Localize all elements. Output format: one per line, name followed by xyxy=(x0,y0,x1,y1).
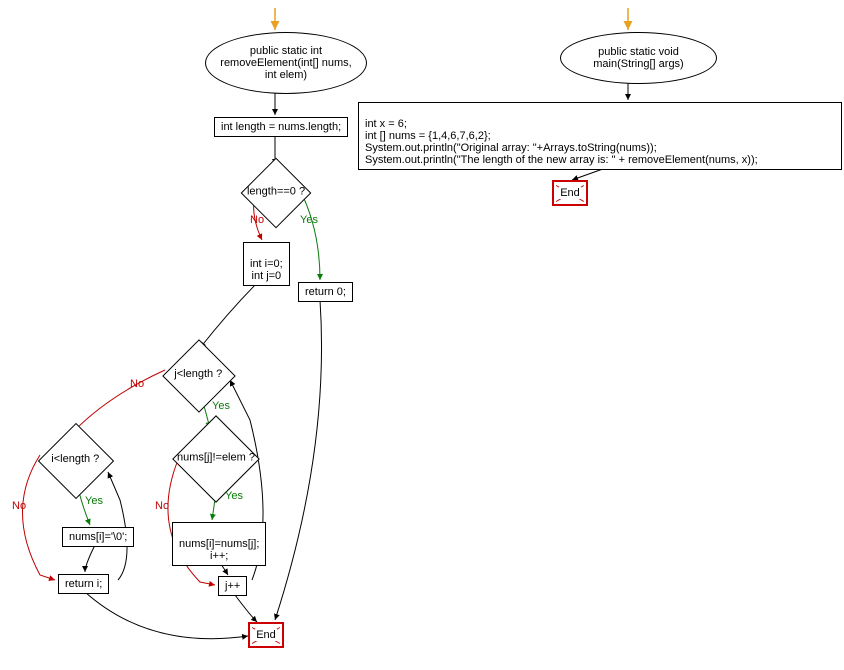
cond-jlt-text: j<length ? xyxy=(174,368,222,380)
stmt-init: int i=0; int j=0 xyxy=(243,242,290,286)
label-yes-3: Yes xyxy=(85,495,103,507)
stmt-numsi0-text: nums[i]='\0'; xyxy=(69,531,127,543)
cond-ilt-text: i<length ? xyxy=(51,453,99,465)
start-ellipse-main: public static void main(String[] args) xyxy=(560,32,717,84)
stmt-init-text: int i=0; int j=0 xyxy=(250,258,283,282)
stmt-returni: return i; xyxy=(58,574,109,594)
start-ellipse-remove: public static int removeElement(int[] nu… xyxy=(205,32,367,94)
stmt-jpp: j++ xyxy=(218,576,247,596)
label-yes-2: Yes xyxy=(212,400,230,412)
stmt-numsi0: nums[i]='\0'; xyxy=(62,527,134,547)
end-box-right: End xyxy=(552,180,588,206)
stmt-return0: return 0; xyxy=(298,282,353,302)
cond-numsj-text: nums[j]!=elem ? xyxy=(177,452,255,464)
stmt-jpp-text: j++ xyxy=(225,580,240,592)
label-no-4: No xyxy=(155,500,169,512)
label-yes-4: Yes xyxy=(225,490,243,502)
stmt-main-body: int x = 6; int [] nums = {1,4,6,7,6,2}; … xyxy=(358,102,842,170)
cond-length0-text: length==0 ? xyxy=(247,186,305,198)
stmt-length-text: int length = nums.length; xyxy=(221,121,341,133)
stmt-main-body-text: int x = 6; int [] nums = {1,4,6,7,6,2}; … xyxy=(365,118,758,166)
edges-layer xyxy=(0,0,844,670)
flowchart-canvas: public static int removeElement(int[] nu… xyxy=(0,0,844,670)
start-text-main: public static void main(String[] args) xyxy=(571,46,706,70)
cond-length0: length==0 ? xyxy=(245,162,305,222)
stmt-returni-text: return i; xyxy=(65,578,102,590)
stmt-copy: nums[i]=nums[j]; i++; xyxy=(172,522,266,566)
label-no-2: No xyxy=(130,378,144,390)
cond-ilt: i<length ? xyxy=(35,420,115,500)
end-text-right: End xyxy=(559,187,581,199)
label-yes-1: Yes xyxy=(300,214,318,226)
label-no-1: No xyxy=(250,214,264,226)
start-text-remove: public static int removeElement(int[] nu… xyxy=(216,45,356,81)
stmt-return0-text: return 0; xyxy=(305,286,346,298)
label-no-3: No xyxy=(12,500,26,512)
cond-numsj: nums[j]!=elem ? xyxy=(168,418,263,498)
stmt-copy-text: nums[i]=nums[j]; i++; xyxy=(179,538,259,562)
end-text-left: End xyxy=(255,629,277,641)
end-box-left: End xyxy=(248,622,284,648)
stmt-length: int length = nums.length; xyxy=(214,117,348,137)
